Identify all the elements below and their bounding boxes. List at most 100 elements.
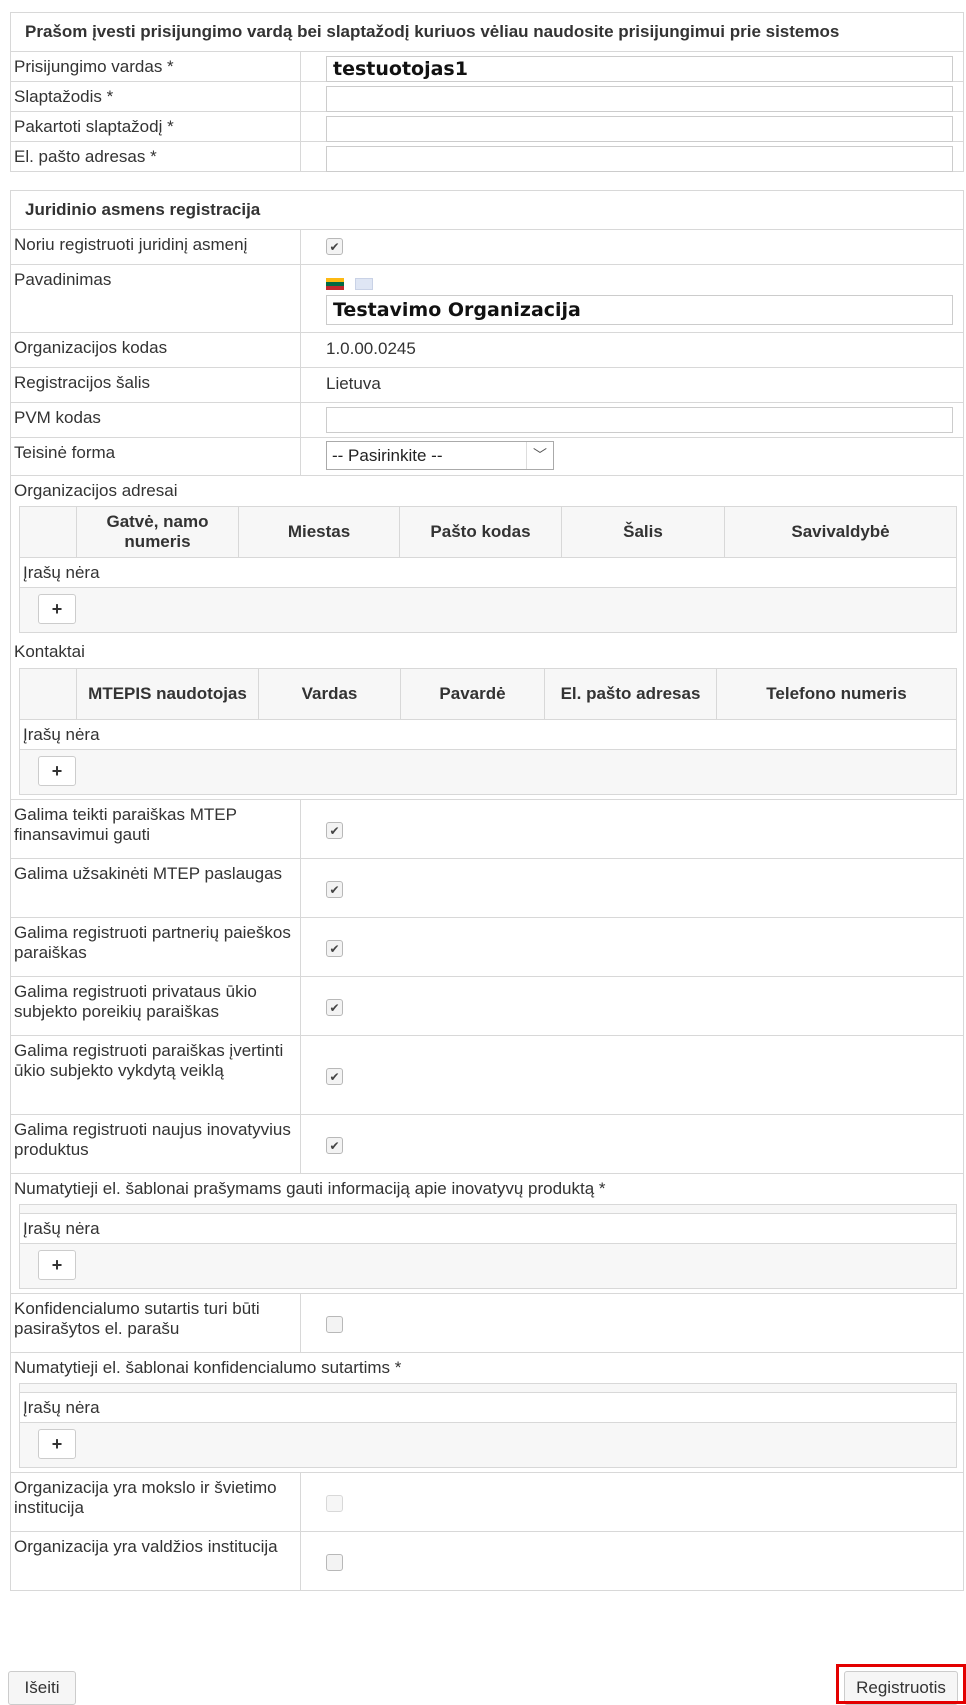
- permission-checkbox[interactable]: ✔: [326, 1137, 343, 1154]
- templates-products-label: Numatytieji el. šablonai prašymams gauti…: [14, 1179, 606, 1198]
- contacts-col-select: [20, 669, 76, 719]
- add-product-template-button[interactable]: +: [38, 1250, 76, 1280]
- contacts-col-firstname[interactable]: Vardas: [258, 669, 400, 719]
- permission-checkbox[interactable]: ✔: [326, 1068, 343, 1085]
- password-input[interactable]: [326, 86, 953, 112]
- country-row: Registracijos šalis Lietuva: [11, 368, 963, 403]
- lithuanian-flag-icon[interactable]: [326, 277, 344, 290]
- username-row: Prisijungimo vardas *: [11, 52, 963, 82]
- permission-row: Galima teikti paraiškas MTEP finansavimu…: [11, 800, 963, 859]
- permission-checkbox[interactable]: ✔: [326, 940, 343, 957]
- name-row: Pavadinimas: [11, 265, 963, 333]
- contacts-grid-footer: +: [20, 750, 956, 794]
- legal-form-label: Teisinė forma: [11, 438, 301, 475]
- addresses-grid: Gatvė, namo numeris Miestas Pašto kodas …: [19, 506, 957, 633]
- addresses-col-postcode[interactable]: Pašto kodas: [399, 507, 561, 557]
- country-label: Registracijos šalis: [11, 368, 301, 402]
- name-input[interactable]: [326, 295, 953, 325]
- email-row: El. pašto adresas *: [11, 142, 963, 172]
- vat-label: PVM kodas: [11, 403, 301, 437]
- add-contact-button[interactable]: +: [38, 756, 76, 786]
- addresses-col-municipality[interactable]: Savivaldybė: [724, 507, 956, 557]
- templates-products-empty: Įrašų nėra: [20, 1214, 956, 1244]
- permission-checkbox[interactable]: ✔: [326, 999, 343, 1016]
- english-flag-icon[interactable]: [354, 277, 373, 290]
- permission-label: Galima registruoti partnerių paieškos pa…: [11, 918, 301, 976]
- permission-label: Galima registruoti naujus inovatyvius pr…: [11, 1115, 301, 1173]
- addresses-col-street[interactable]: Gatvė, namo numeris: [76, 507, 238, 557]
- password-repeat-label: Pakartoti slaptažodį *: [11, 112, 301, 141]
- permission-row: Galima registruoti partnerių paieškos pa…: [11, 918, 963, 977]
- contacts-col-email[interactable]: El. pašto adresas: [544, 669, 716, 719]
- templates-confidential-empty: Įrašų nėra: [20, 1393, 956, 1423]
- confidential-checkbox[interactable]: [326, 1316, 343, 1333]
- legal-form-row: Teisinė forma -- Pasirinkite -- ﹀: [11, 438, 963, 476]
- password-label: Slaptažodis *: [11, 82, 301, 111]
- password-row: Slaptažodis *: [11, 82, 963, 112]
- login-section-header: Prašom įvesti prisijungimo vardą bei sla…: [11, 12, 963, 52]
- permission-row: Galima registruoti naujus inovatyvius pr…: [11, 1115, 963, 1174]
- addresses-col-city[interactable]: Miestas: [238, 507, 399, 557]
- science-institution-row: Organizacija yra mokslo ir švietimo inst…: [11, 1473, 963, 1532]
- login-section: Prašom įvesti prisijungimo vardą bei sla…: [10, 12, 964, 172]
- addresses-empty: Įrašų nėra: [20, 558, 956, 588]
- contacts-col-phone[interactable]: Telefono numeris: [716, 669, 956, 719]
- add-confidential-template-button[interactable]: +: [38, 1429, 76, 1459]
- permission-label: Galima teikti paraiškas MTEP finansavimu…: [11, 800, 301, 858]
- addresses-grid-header: Gatvė, namo numeris Miestas Pašto kodas …: [20, 507, 956, 558]
- permission-checkbox[interactable]: ✔: [326, 881, 343, 898]
- language-flags: [326, 273, 379, 293]
- confidential-row: Konfidencialumo sutartis turi būti pasir…: [11, 1294, 963, 1353]
- permission-row: Galima užsakinėti MTEP paslaugas ✔: [11, 859, 963, 918]
- legal-section-header: Juridinio asmens registracija: [11, 190, 963, 230]
- science-institution-checkbox: [326, 1495, 343, 1512]
- templates-confidential-label: Numatytieji el. šablonai konfidencialumo…: [14, 1358, 402, 1377]
- templates-confidential-grid: Įrašų nėra +: [19, 1383, 957, 1468]
- register-legal-label: Noriu registruoti juridinį asmenį: [11, 230, 301, 264]
- contacts-empty: Įrašų nėra: [20, 720, 956, 750]
- code-label: Organizacijos kodas: [11, 333, 301, 367]
- password-repeat-input[interactable]: [326, 116, 953, 142]
- templates-products-footer: +: [20, 1244, 956, 1288]
- code-value: 1.0.00.0245: [326, 339, 416, 358]
- country-value: Lietuva: [326, 374, 381, 393]
- science-institution-label: Organizacija yra mokslo ir švietimo inst…: [11, 1473, 301, 1531]
- exit-button[interactable]: Išeiti: [8, 1671, 76, 1705]
- contacts-label: Kontaktai: [14, 642, 85, 661]
- addresses-label: Organizacijos adresai: [14, 481, 178, 500]
- templates-products-grid: Įrašų nėra +: [19, 1204, 957, 1289]
- legal-section: Juridinio asmens registracija Noriu regi…: [10, 190, 964, 1591]
- vat-row: PVM kodas: [11, 403, 963, 438]
- permission-label: Galima registruoti paraiškas įvertinti ū…: [11, 1036, 301, 1114]
- permission-checkbox[interactable]: ✔: [326, 822, 343, 839]
- addresses-grid-footer: +: [20, 588, 956, 632]
- permission-label: Galima registruoti privataus ūkio subjek…: [11, 977, 301, 1035]
- contacts-grid: MTEPIS naudotojas Vardas Pavardė El. paš…: [19, 668, 957, 795]
- government-institution-checkbox[interactable]: [326, 1554, 343, 1571]
- addresses-col-select: [20, 507, 76, 557]
- username-input[interactable]: [326, 56, 953, 82]
- email-input[interactable]: [326, 146, 953, 172]
- email-label: El. pašto adresas *: [11, 142, 301, 171]
- permission-label: Galima užsakinėti MTEP paslaugas: [11, 859, 301, 917]
- contacts-col-user[interactable]: MTEPIS naudotojas: [76, 669, 258, 719]
- addresses-col-country[interactable]: Šalis: [561, 507, 724, 557]
- register-legal-checkbox[interactable]: ✔: [326, 238, 343, 255]
- name-label: Pavadinimas: [11, 265, 301, 332]
- password-repeat-row: Pakartoti slaptažodį *: [11, 112, 963, 142]
- legal-form-selected: -- Pasirinkite --: [332, 446, 443, 465]
- government-institution-label: Organizacija yra valdžios institucija: [11, 1532, 301, 1590]
- confidential-label: Konfidencialumo sutartis turi būti pasir…: [11, 1294, 301, 1352]
- add-address-button[interactable]: +: [38, 594, 76, 624]
- contacts-col-lastname[interactable]: Pavardė: [400, 669, 544, 719]
- username-label: Prisijungimo vardas *: [11, 52, 301, 81]
- permission-row: Galima registruoti paraiškas įvertinti ū…: [11, 1036, 963, 1115]
- templates-confidential-footer: +: [20, 1423, 956, 1467]
- register-legal-row: Noriu registruoti juridinį asmenį ✔: [11, 230, 963, 265]
- vat-input[interactable]: [326, 407, 953, 433]
- permission-row: Galima registruoti privataus ūkio subjek…: [11, 977, 963, 1036]
- chevron-down-icon: ﹀: [526, 442, 553, 469]
- contacts-grid-header: MTEPIS naudotojas Vardas Pavardė El. paš…: [20, 669, 956, 720]
- registration-page: Prašom įvesti prisijungimo vardą bei sla…: [0, 0, 966, 1705]
- legal-form-select[interactable]: -- Pasirinkite -- ﹀: [326, 441, 554, 470]
